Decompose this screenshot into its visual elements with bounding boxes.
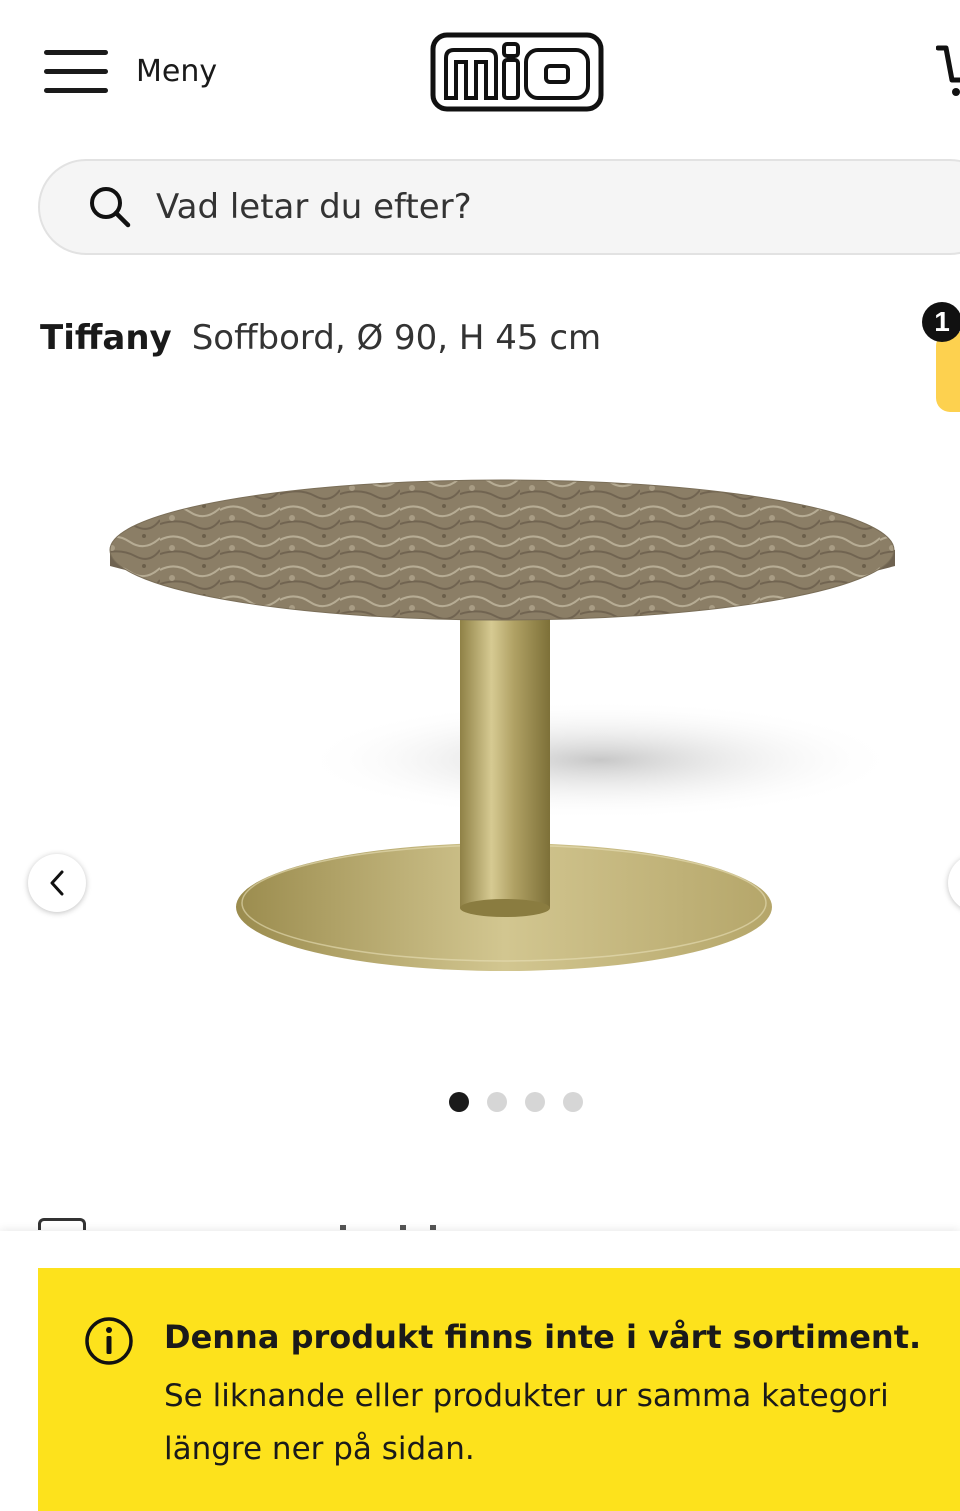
compare-count-badge: 1 bbox=[922, 302, 960, 342]
gallery-next-button[interactable] bbox=[948, 854, 960, 912]
cut-off-text bbox=[430, 1225, 436, 1230]
site-header: Meny bbox=[0, 0, 960, 150]
product-unavailable-notice: Denna produkt finns inte i vårt sortimen… bbox=[38, 1268, 960, 1511]
product-brand: Tiffany bbox=[40, 318, 172, 358]
gallery-dot[interactable] bbox=[487, 1092, 507, 1112]
product-description: Soffbord, Ø 90, H 45 cm bbox=[191, 318, 602, 358]
chevron-left-icon bbox=[50, 870, 64, 896]
product-title: Tiffany Soffbord, Ø 90, H 45 cm bbox=[40, 318, 601, 358]
gallery-prev-button[interactable] bbox=[28, 854, 86, 912]
delivery-icon bbox=[38, 1218, 86, 1230]
gallery-dot[interactable] bbox=[449, 1092, 469, 1112]
product-image[interactable] bbox=[100, 470, 910, 990]
search-icon bbox=[90, 187, 131, 228]
menu-button[interactable]: Meny bbox=[44, 48, 217, 94]
cut-off-text bbox=[340, 1225, 346, 1230]
search-bar[interactable] bbox=[38, 159, 960, 255]
info-icon bbox=[85, 1317, 133, 1365]
notice-text: Se liknande eller produkter ur samma kat… bbox=[164, 1378, 889, 1467]
cut-off-text bbox=[400, 1225, 406, 1230]
gallery-dot[interactable] bbox=[525, 1092, 545, 1112]
menu-label: Meny bbox=[136, 53, 218, 89]
hamburger-icon bbox=[44, 48, 108, 94]
gallery-dot[interactable] bbox=[563, 1092, 583, 1112]
search-input[interactable] bbox=[156, 187, 756, 227]
gallery-pagination bbox=[449, 1092, 583, 1112]
notice-title: Denna produkt finns inte i vårt sortimen… bbox=[164, 1318, 922, 1356]
mio-logo[interactable] bbox=[430, 32, 604, 112]
compare-tab[interactable] bbox=[936, 332, 960, 412]
cart-icon[interactable] bbox=[936, 40, 960, 100]
